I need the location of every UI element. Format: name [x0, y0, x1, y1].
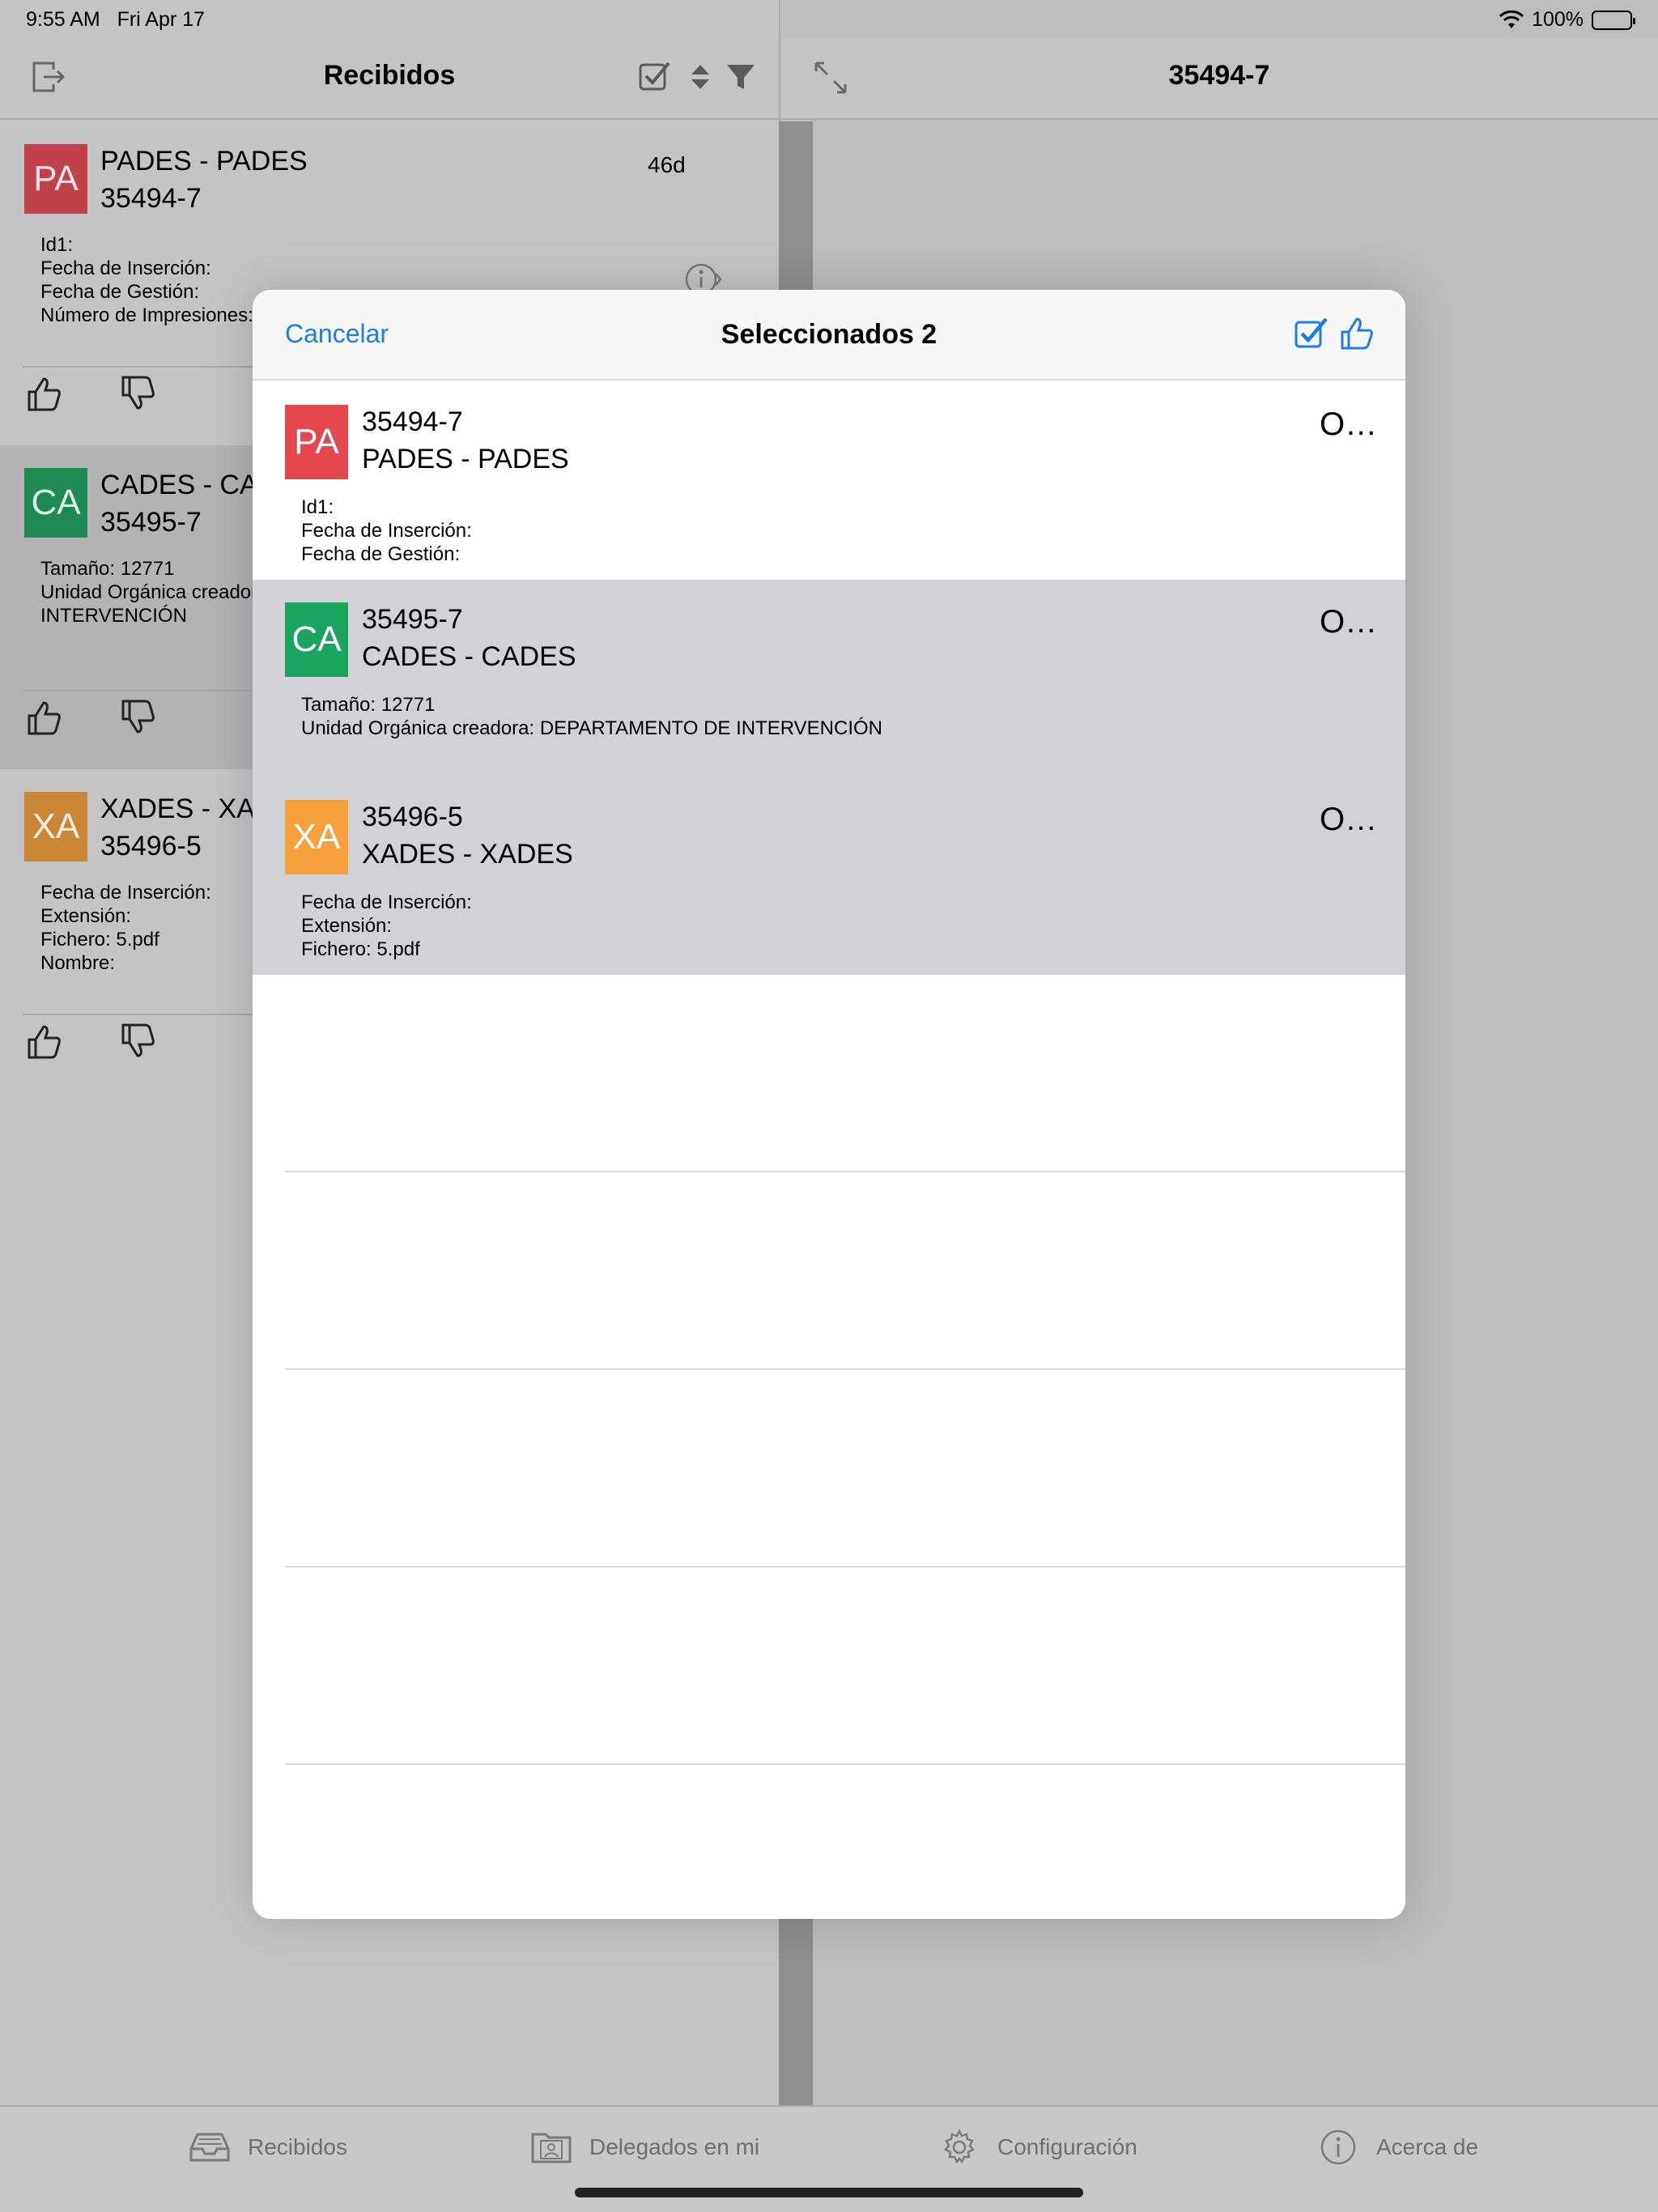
selected-item-row[interactable]: XA 35496-5 XADES - XADES O… Fecha de Ins…	[253, 777, 1405, 975]
item-age: 46d	[648, 152, 686, 177]
row-separator	[285, 1368, 1405, 1370]
avatar: CA	[24, 468, 87, 538]
meta-line: Nombre:	[40, 952, 116, 974]
meta-line: INTERVENCIÓN	[40, 605, 187, 627]
info-icon	[1316, 2128, 1360, 2167]
item-trailing-text: O…	[1320, 802, 1378, 837]
status-time: 9:55 AM Fri Apr 17	[26, 8, 205, 32]
item-id: 35496-5	[362, 802, 463, 832]
sort-icon[interactable]	[682, 58, 719, 96]
battery-icon	[1592, 10, 1635, 30]
meta-line: Fecha de Gestión:	[301, 543, 461, 565]
item-actions	[23, 1020, 159, 1062]
detail-title: 35494-7	[1168, 60, 1270, 91]
avatar: PA	[24, 144, 87, 214]
tab-delegados[interactable]: Delegados en mi	[529, 2125, 759, 2170]
item-actions	[23, 372, 159, 415]
meta-line: Número de Impresiones:	[40, 304, 253, 326]
modal-title: Seleccionados 2	[721, 319, 937, 350]
item-id: 35495-7	[100, 507, 202, 538]
tab-label: Delegados en mi	[589, 2134, 760, 2159]
item-meta: Tamaño: 12771 Unidad Orgánica creadora: …	[40, 557, 274, 627]
thumbs-up-icon[interactable]	[23, 696, 65, 738]
item-meta: Id1: Fecha de Inserción: Fecha de Gestió…	[40, 233, 253, 327]
meta-line: Fecha de Gestión:	[40, 281, 200, 303]
status-date: Fri Apr 17	[117, 8, 205, 31]
meta-line: Tamaño: 12771	[301, 694, 436, 716]
meta-line: Id1:	[301, 496, 334, 518]
meta-line: Fichero: 5.pdf	[301, 938, 420, 960]
status-bar: 9:55 AM Fri Apr 17 100%	[0, 0, 1658, 39]
item-meta: Tamaño: 12771 Unidad Orgánica creadora: …	[301, 693, 882, 740]
avatar: XA	[285, 800, 348, 874]
item-title: XADES - XADES	[362, 839, 573, 870]
delegates-folder-icon	[529, 2128, 573, 2167]
thumbs-up-icon[interactable]	[23, 1020, 65, 1062]
item-trailing-text: O…	[1320, 604, 1378, 640]
selected-item-row[interactable]: CA 35495-7 CADES - CADES O… Tamaño: 1277…	[253, 580, 1405, 777]
tab-recibidos[interactable]: Recibidos	[188, 2125, 347, 2170]
selected-items-modal: Cancelar Seleccionados 2 PA 35494-7 PADE…	[253, 290, 1405, 1919]
list-header: Recibidos	[0, 39, 779, 120]
thumbs-down-icon[interactable]	[117, 372, 159, 415]
meta-line: Unidad Orgánica creadora: DEPARTAMENTO D…	[301, 717, 883, 739]
battery-percent: 100%	[1532, 8, 1584, 31]
meta-line: Fecha de Inserción:	[301, 520, 472, 542]
item-meta: Fecha de Inserción: Extensión: Fichero: …	[40, 881, 211, 975]
item-id: 35496-5	[100, 831, 202, 861]
status-right: 100%	[1499, 8, 1635, 32]
inbox-icon	[188, 2128, 232, 2167]
item-title: PADES - PADES	[100, 146, 308, 177]
item-actions	[23, 696, 159, 738]
avatar: XA	[24, 792, 87, 861]
filter-icon[interactable]	[722, 58, 759, 96]
thumbs-down-icon[interactable]	[117, 1020, 159, 1062]
item-id: 35494-7	[100, 183, 202, 214]
item-trailing-text: O…	[1320, 406, 1378, 442]
meta-line: Extensión:	[301, 915, 393, 937]
item-id: 35494-7	[362, 406, 463, 437]
meta-line: Id1:	[40, 234, 74, 256]
approve-thumbs-up-icon[interactable]	[1337, 314, 1376, 353]
row-separator	[285, 1566, 1405, 1568]
item-title: PADES - PADES	[362, 444, 569, 474]
wifi-icon	[1499, 10, 1524, 28]
meta-line: Extensión:	[40, 905, 132, 927]
meta-line: Fecha de Inserción:	[301, 891, 472, 913]
tab-label: Recibidos	[248, 2134, 347, 2159]
detail-header: 35494-7	[780, 39, 1658, 120]
item-meta: Fecha de Inserción: Extensión: Fichero: …	[301, 891, 472, 961]
tab-configuracion[interactable]: Configuración	[937, 2125, 1137, 2170]
row-separator	[285, 1763, 1405, 1765]
home-indicator	[575, 2188, 1083, 2197]
select-checkbox-icon[interactable]	[636, 58, 674, 96]
tab-label: Configuración	[997, 2134, 1137, 2159]
modal-header: Cancelar Seleccionados 2	[253, 290, 1405, 381]
meta-line: Fichero: 5.pdf	[40, 929, 159, 951]
selected-item-row[interactable]: PA 35494-7 PADES - PADES O… Id1: Fecha d…	[253, 382, 1405, 580]
avatar: CA	[285, 602, 348, 677]
item-id: 35495-7	[362, 604, 463, 635]
meta-line: Tamaño: 12771	[40, 558, 175, 580]
status-time-text: 9:55 AM	[26, 8, 100, 31]
thumbs-up-icon[interactable]	[23, 372, 65, 415]
item-meta: Id1: Fecha de Inserción: Fecha de Gestió…	[301, 496, 472, 566]
tab-label: Acerca de	[1376, 2134, 1479, 2159]
meta-line: Unidad Orgánica creadora:	[40, 581, 274, 603]
item-title: CADES - CADES	[362, 641, 576, 672]
avatar: PA	[285, 405, 348, 479]
meta-line: Fecha de Inserción:	[40, 882, 211, 904]
gear-icon	[937, 2128, 981, 2167]
thumbs-down-icon[interactable]	[117, 696, 159, 738]
row-separator	[285, 1171, 1405, 1172]
select-all-checkbox-icon[interactable]	[1292, 314, 1331, 353]
tab-acerca-de[interactable]: Acerca de	[1316, 2125, 1478, 2170]
meta-line: Fecha de Inserción:	[40, 257, 211, 279]
